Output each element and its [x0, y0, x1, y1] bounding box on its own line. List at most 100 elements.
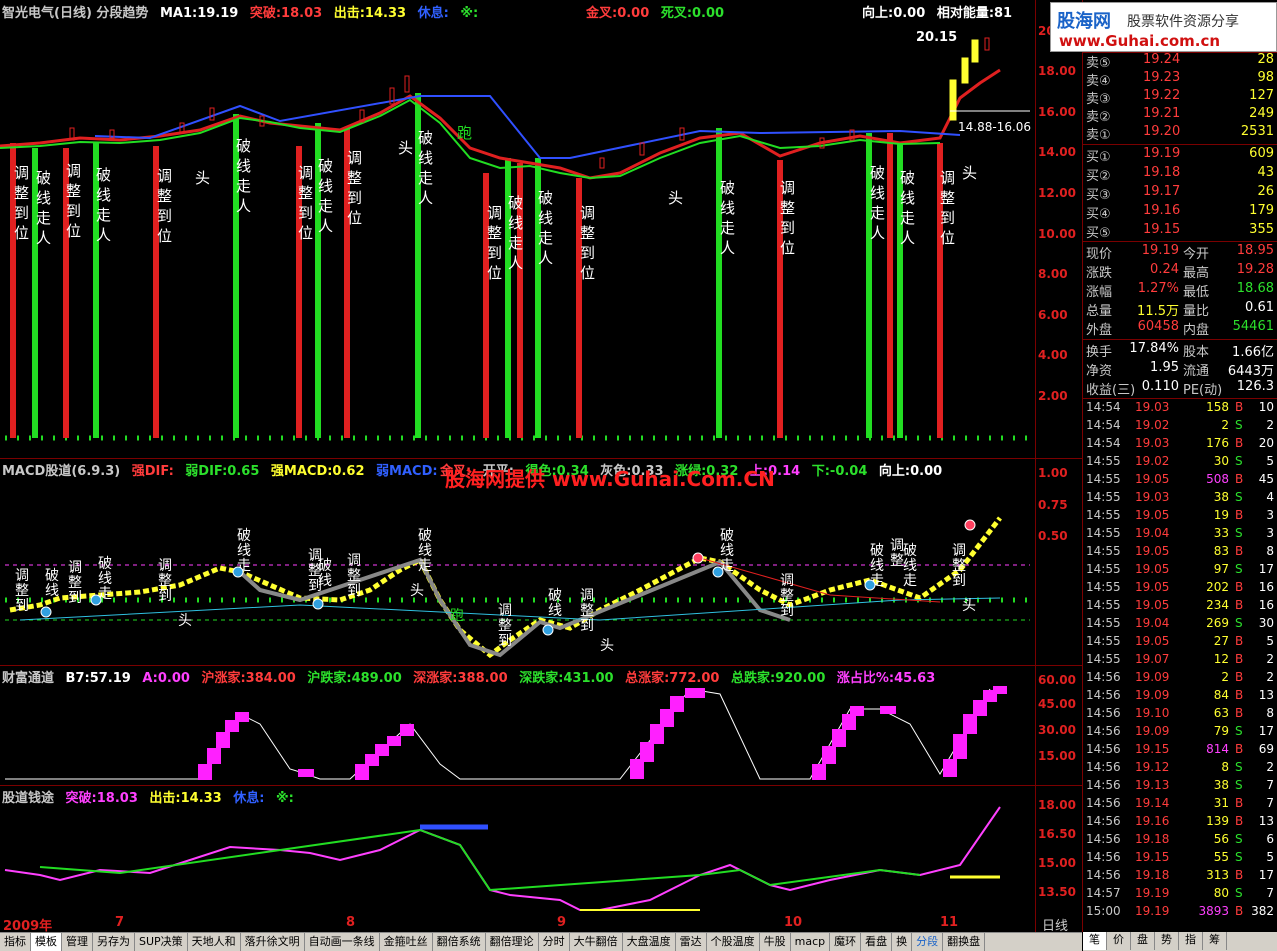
tab-index[interactable]: 指	[1179, 932, 1203, 950]
bid-volume: 179	[1249, 203, 1274, 218]
bid-row[interactable]: 买④ 19.16 179	[1083, 203, 1277, 222]
ask-row[interactable]: 卖⑤ 19.24 28	[1083, 52, 1277, 71]
ask-row[interactable]: 卖① 19.20 2531	[1083, 124, 1277, 143]
tick-price: 19.18	[1135, 868, 1170, 882]
tab-mohuan[interactable]: 魔环	[830, 933, 862, 951]
tick-volume: 63	[1213, 706, 1229, 720]
tab-fanbei-theory[interactable]: 翻倍理论	[486, 933, 539, 951]
tab-save-as[interactable]: 另存为	[93, 933, 135, 951]
svg-text:调: 调	[780, 573, 794, 589]
bid-row[interactable]: 买③ 19.17 26	[1083, 184, 1277, 203]
ask-row[interactable]: 卖③ 19.22 127	[1083, 88, 1277, 107]
tab-trend[interactable]: 势	[1155, 932, 1179, 950]
stats-key: 流通	[1183, 364, 1210, 379]
svg-text:整: 整	[580, 603, 594, 619]
tick-side: S	[1235, 562, 1243, 576]
tick-price: 19.09	[1135, 670, 1170, 684]
tick-row: 14:56 19.18 56 S 6	[1083, 832, 1277, 850]
svg-text:人: 人	[508, 254, 523, 272]
tick-side: S	[1235, 526, 1243, 540]
quote-key: 最高	[1183, 266, 1210, 281]
tab-bull[interactable]: 牛股	[760, 933, 791, 951]
tab-sup[interactable]: SUP决策	[135, 933, 188, 951]
tab-luosheng[interactable]: 落升徐文明	[241, 933, 305, 951]
tab-macp[interactable]: macp	[791, 933, 831, 951]
tab-chips[interactable]: 筹	[1203, 932, 1227, 950]
svg-text:到: 到	[347, 583, 361, 599]
panel-divider	[0, 785, 1082, 786]
main-price-chart[interactable]: 调整到位 破线走人 调整到位 破线走人 调整到位 头 破线走人 调整到位 破线走…	[0, 18, 1035, 458]
stats-row: 收益(三) 0.110 PE(动) 126.3	[1083, 379, 1277, 398]
price-range-label: 14.88-16.06	[958, 120, 1032, 134]
tick-side: S	[1235, 886, 1243, 900]
bid-label: 买⑤	[1086, 226, 1111, 241]
bid-row[interactable]: 买② 19.18 43	[1083, 165, 1277, 184]
svg-text:到: 到	[15, 598, 29, 614]
tab-switch[interactable]: 换	[892, 933, 913, 951]
tick-price: 19.12	[1135, 760, 1170, 774]
tab-daniu[interactable]: 大牛翻倍	[570, 933, 623, 951]
chart-area[interactable]: 智光电气(日线) 分段趋势 MA1:19.19 突破:18.03 出击:14.3…	[0, 0, 1082, 934]
tab-intraday[interactable]: 分时	[539, 933, 570, 951]
signal-bar	[897, 143, 903, 438]
svg-text:走: 走	[96, 206, 111, 224]
tick-count: 17	[1258, 868, 1274, 882]
site-logo[interactable]: 股海网 股票软件资源分享 www.Guhai.com.cn	[1050, 2, 1277, 52]
tab-template[interactable]: 模板	[31, 933, 62, 951]
ask-row[interactable]: 卖④ 19.23 98	[1083, 70, 1277, 89]
tab-flip[interactable]: 翻换盘	[943, 933, 986, 951]
tab-fanbei-sys[interactable]: 翻倍系统	[433, 933, 486, 951]
bid-row[interactable]: 买⑤ 19.15 355	[1083, 222, 1277, 241]
svg-text:调: 调	[498, 603, 512, 619]
divider	[1083, 241, 1277, 242]
tick-side: S	[1235, 778, 1243, 792]
y-tick: 16.00	[1038, 105, 1076, 119]
svg-text:到: 到	[780, 603, 794, 619]
svg-text:整: 整	[952, 558, 966, 574]
tick-time: 14:55	[1086, 454, 1121, 468]
tab-jingu[interactable]: 金箍吐丝	[380, 933, 433, 951]
ask-row[interactable]: 卖② 19.21 249	[1083, 106, 1277, 125]
tick-row: 14:55 19.04 33 S 3	[1083, 526, 1277, 544]
tick-count: 7	[1266, 778, 1274, 792]
wealth-chart[interactable]	[0, 684, 1035, 784]
stats-value: 0.110	[1141, 379, 1179, 394]
tab-stock-temp[interactable]: 个股温度	[707, 933, 760, 951]
tick-row: 14:55 19.05 19 B 3	[1083, 508, 1277, 526]
tab-segment[interactable]: 分段	[912, 933, 944, 951]
svg-text:破: 破	[318, 157, 333, 175]
tab-trades[interactable]: 笔	[1083, 932, 1107, 950]
tick-price: 19.03	[1135, 490, 1170, 504]
tab-price[interactable]: 价	[1107, 932, 1131, 950]
tick-time: 14:57	[1086, 886, 1121, 900]
tick-side: B	[1235, 472, 1244, 486]
tick-count: 3	[1266, 526, 1274, 540]
bottom-tab-bar: 指标 模板 管理 另存为 SUP决策 天地人和 落升徐文明 自动画一条线 金箍吐丝 翻倍系统 翻倍理…	[0, 932, 1082, 951]
svg-text:线: 线	[318, 177, 333, 195]
path-chart[interactable]	[0, 805, 1035, 915]
stats-value: 17.84%	[1129, 341, 1179, 356]
svg-text:破: 破	[900, 169, 915, 187]
macd-chart[interactable]: 调整到 破线 调整到 破线走 调整到 头 破线走 调整到 破线 调整到 头 破线…	[0, 480, 1035, 665]
tick-count: 45	[1258, 472, 1274, 486]
tick-row: 14:55 19.02 30 S 5	[1083, 454, 1277, 472]
tick-volume: 3893	[1198, 904, 1229, 918]
svg-text:头: 头	[410, 583, 424, 599]
tab-auto-line[interactable]: 自动画一条线	[305, 933, 380, 951]
tick-price: 19.04	[1135, 616, 1170, 630]
svg-text:位: 位	[66, 222, 81, 240]
tick-price: 19.10	[1135, 706, 1170, 720]
tab-market-temp[interactable]: 大盘温度	[623, 933, 676, 951]
tick-time: 14:55	[1086, 472, 1121, 486]
tab-radar[interactable]: 雷达	[676, 933, 707, 951]
tick-count: 5	[1266, 850, 1274, 864]
svg-text:跑: 跑	[457, 124, 472, 142]
quote-key: 外盘	[1086, 323, 1113, 338]
tab-indicators[interactable]: 指标	[0, 933, 31, 951]
tab-tiandi[interactable]: 天地人和	[188, 933, 241, 951]
tab-manage[interactable]: 管理	[62, 933, 93, 951]
bid-row[interactable]: 买① 19.19 609	[1083, 146, 1277, 165]
tab-watch[interactable]: 看盘	[861, 933, 893, 951]
tab-book[interactable]: 盘	[1131, 932, 1155, 950]
tick-row: 14:55 19.03 38 S 4	[1083, 490, 1277, 508]
